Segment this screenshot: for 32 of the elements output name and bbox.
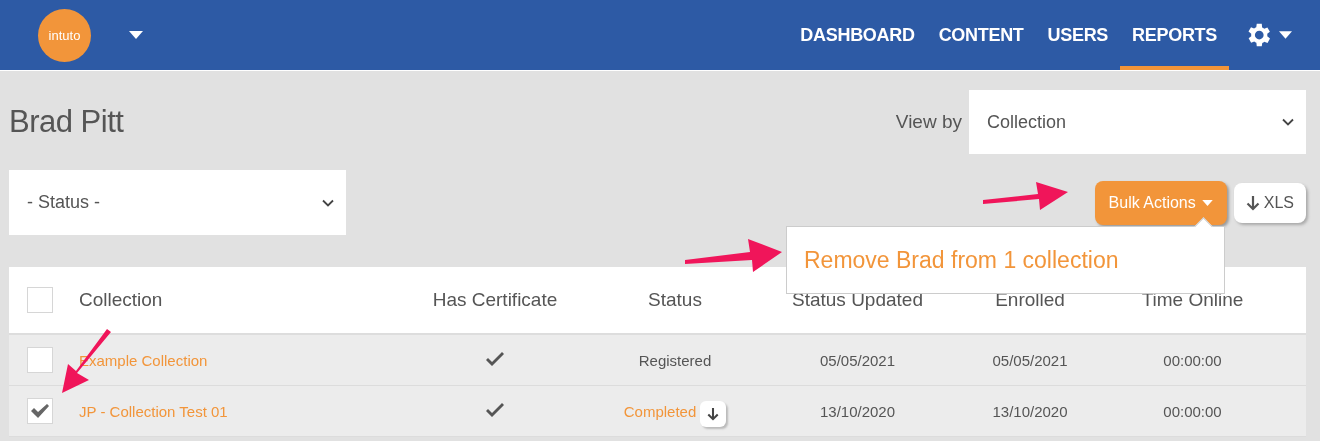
- column-header: Status: [648, 289, 702, 311]
- export-button[interactable]: XLS: [1233, 182, 1306, 223]
- check-icon: [31, 403, 49, 419]
- checkbox[interactable]: [27, 287, 53, 313]
- nav-tab[interactable]: USERS: [1035, 0, 1121, 70]
- table-cell: 00:00:00: [1163, 351, 1222, 369]
- table-cell: 05/05/2021: [992, 351, 1068, 369]
- view-by-label: View by: [895, 111, 962, 133]
- download-button[interactable]: [700, 401, 727, 427]
- column-header: Status Updated: [792, 289, 923, 311]
- column-header: Has Certificate: [432, 289, 558, 311]
- nav-tab[interactable]: DASHBOARD: [788, 0, 927, 70]
- view-by-select[interactable]: Collection: [969, 90, 1306, 154]
- column-header: Collection: [79, 289, 163, 311]
- nav-tab[interactable]: CONTENT: [926, 0, 1036, 70]
- page-title: Brad Pitt: [9, 104, 124, 140]
- table-cell: 05/05/2021: [819, 351, 896, 369]
- table-cell: 13/10/2020: [992, 402, 1068, 420]
- table-cell: 13/10/2020: [819, 402, 896, 420]
- status-select[interactable]: - Status -: [9, 170, 346, 235]
- download-icon: [1245, 194, 1260, 211]
- caret-icon[interactable]: [129, 31, 143, 39]
- download-icon: [707, 407, 720, 421]
- table-cell: 00:00:00: [1163, 402, 1222, 420]
- caret-icon[interactable]: [1279, 31, 1292, 39]
- checkbox[interactable]: [27, 347, 53, 373]
- caret-icon: [1201, 199, 1213, 206]
- checkbox[interactable]: [27, 398, 53, 424]
- chevron-down-icon: [322, 198, 334, 207]
- status-text: Registered: [638, 351, 712, 369]
- nav-tab[interactable]: REPORTS: [1120, 0, 1229, 70]
- chevron-down-icon: [1282, 118, 1294, 126]
